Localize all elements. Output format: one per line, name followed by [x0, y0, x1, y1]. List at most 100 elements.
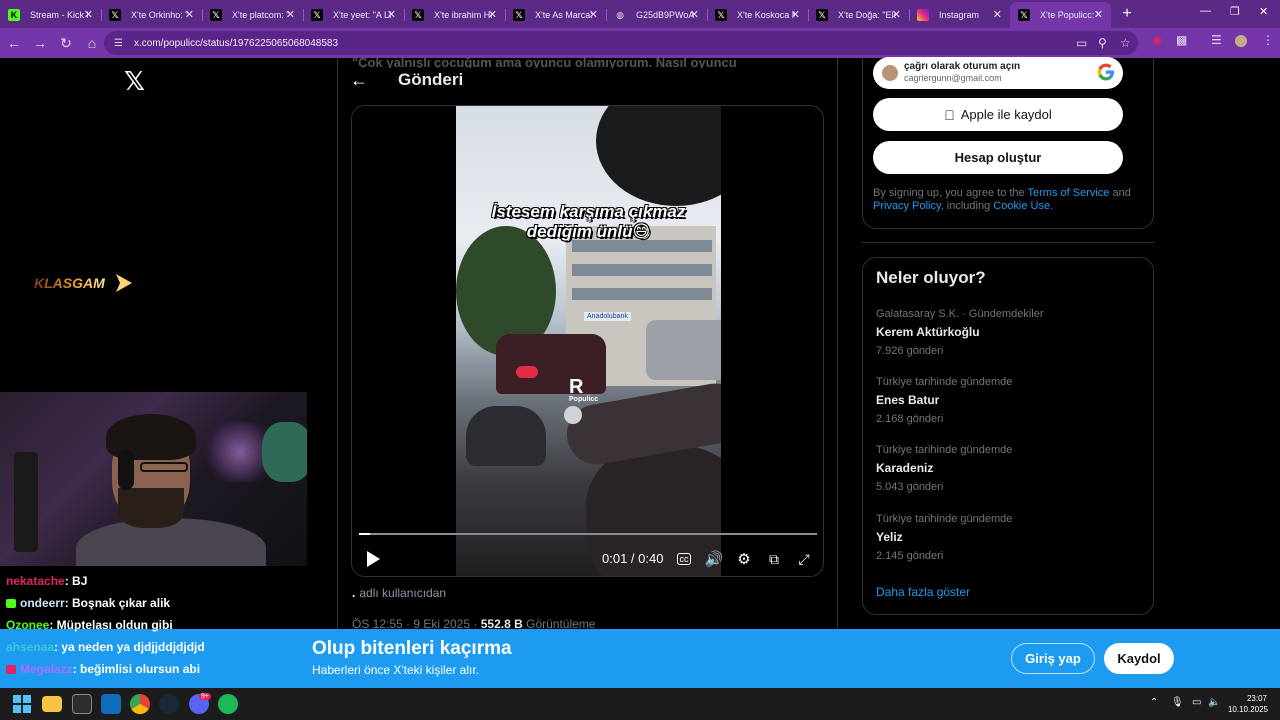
browser-tab[interactable]: 𝕏 X'te ibrahim Ha ✕ — [404, 2, 505, 28]
register-button[interactable]: Kaydol — [1104, 643, 1174, 674]
browser-tab[interactable]: ◍ G25dB9PWoAA ✕ — [606, 2, 707, 28]
site-settings-icon[interactable]: ☰ — [114, 38, 128, 49]
trend-item[interactable]: Türkiye tarihinde gündemde Yeliz 2.145 g… — [876, 513, 1136, 562]
trend-item[interactable]: Galatasaray S.K. · Gündemdekiler Kerem A… — [876, 308, 1136, 357]
video-progress-fill — [359, 533, 371, 535]
chat-message: Ozonee : Müptelası oldun gibi — [0, 614, 306, 636]
speaker-icon[interactable]: 🔈 — [1208, 697, 1220, 708]
trends-title: Neler oluyor? — [876, 268, 986, 287]
tab-close-icon[interactable]: ✕ — [690, 8, 699, 21]
tab-label: X'te Doğa: "Ele — [838, 10, 896, 20]
minimize-icon[interactable]: — — [1200, 5, 1211, 17]
x-icon: 𝕏 — [210, 9, 222, 21]
back-arrow-icon[interactable]: ← — [350, 70, 370, 90]
privacy-link[interactable]: Privacy Policy — [873, 200, 941, 212]
terms-link[interactable]: Terms of Service — [1028, 187, 1110, 199]
microphone-icon[interactable]: 🎙 — [1171, 697, 1184, 708]
forward-icon[interactable]: → — [28, 31, 52, 55]
tray-chevron-icon[interactable]: ⌃ — [1150, 697, 1158, 708]
chat-username[interactable]: ondeerr — [20, 596, 65, 610]
bookmark-star-icon[interactable]: ☆ — [1120, 36, 1131, 50]
video-player[interactable]: Anadolubank İstesem karşıma çıkmaz dediğ… — [351, 105, 824, 577]
chrome-icon[interactable] — [130, 694, 150, 714]
pip-icon[interactable]: ⧉ — [765, 550, 783, 568]
store-icon[interactable] — [72, 694, 92, 714]
outlook-icon[interactable] — [101, 694, 121, 714]
tab-close-icon[interactable]: ✕ — [993, 8, 1002, 21]
create-account-button[interactable]: Hesap oluştur — [873, 141, 1123, 174]
chat-username[interactable]: nekatache — [6, 574, 65, 588]
back-icon[interactable]: ← — [2, 31, 26, 55]
file-explorer-icon[interactable] — [42, 696, 62, 712]
x-icon: 𝕏 — [311, 9, 323, 21]
restore-icon[interactable]: ❐ — [1230, 5, 1240, 18]
browser-tab[interactable]: 𝕏 X'te yeet: "A LE ✕ — [303, 2, 404, 28]
sidebar-divider — [862, 242, 1154, 243]
browser-tab[interactable]: K Stream - Kick D ✕ — [0, 2, 101, 28]
home-icon[interactable]: ⌂ — [80, 31, 104, 55]
tab-close-icon[interactable]: ✕ — [84, 8, 93, 21]
tab-label: X'te yeet: "A LE — [333, 10, 391, 20]
tab-close-icon[interactable]: ✕ — [185, 8, 194, 21]
play-icon[interactable] — [364, 550, 382, 568]
install-icon[interactable]: ▭ — [1076, 36, 1087, 50]
tab-close-icon[interactable]: ✕ — [892, 8, 901, 21]
trend-item[interactable]: Türkiye tarihinde gündemde Karadeniz 5.0… — [876, 444, 1136, 493]
chat-text: : Müptelası oldun gibi — [49, 618, 173, 632]
menu-dots-icon[interactable]: ⋮ — [1262, 33, 1274, 47]
x-logo-icon[interactable]: 𝕏 — [124, 68, 150, 94]
extension-record-icon[interactable]: ◉ — [1152, 33, 1162, 47]
tab-close-icon[interactable]: ✕ — [1094, 8, 1103, 21]
address-bar[interactable]: ☰ x.com/populicc/status/1976225065068048… — [104, 31, 1138, 55]
network-icon[interactable]: ▭ — [1192, 697, 1201, 708]
chat-username[interactable]: Megalazz — [20, 662, 73, 676]
spotify-icon[interactable] — [218, 694, 238, 714]
close-window-icon[interactable]: ✕ — [1259, 5, 1268, 18]
browser-tab[interactable]: 𝕏 X'te Populicc: " ✕ — [1010, 2, 1111, 28]
x-icon: 𝕏 — [816, 9, 828, 21]
tab-close-icon[interactable]: ✕ — [286, 8, 295, 21]
tab-close-icon[interactable]: ✕ — [488, 8, 497, 21]
video-watermark: R Populicc — [569, 376, 599, 403]
browser-tab[interactable]: Instagram ✕ — [909, 2, 1010, 28]
apple-signup-button[interactable]: Apple ile kaydol — [873, 98, 1123, 131]
video-progress-bar[interactable] — [359, 533, 817, 535]
video-source-attribution: . adlı kullanıcıdan — [352, 586, 447, 600]
extensions-puzzle-icon[interactable]: ▩ — [1176, 33, 1187, 47]
browser-tab[interactable]: 𝕏 X'te Orkinho: " ✕ — [101, 2, 202, 28]
chat-username[interactable]: ahsenaa — [6, 640, 54, 654]
trend-count: 5.043 gönderi — [876, 481, 944, 493]
google-signin-button[interactable]: çağrı olarak oturum açın cagriergunn@gma… — [873, 57, 1123, 89]
fullscreen-icon[interactable]: ⤢ — [795, 550, 813, 568]
new-tab-icon[interactable]: + — [1115, 2, 1139, 26]
show-more-link[interactable]: Daha fazla göster — [876, 585, 970, 599]
steam-icon[interactable] — [159, 694, 179, 714]
browser-tab[interactable]: 𝕏 X'te Doğa: "Ele ✕ — [808, 2, 909, 28]
trend-count: 2.168 gönderi — [876, 413, 944, 425]
captions-icon[interactable]: cc — [677, 553, 691, 565]
tab-close-icon[interactable]: ✕ — [387, 8, 396, 21]
trend-category: Türkiye tarihinde gündemde — [876, 376, 1013, 388]
settings-gear-icon[interactable]: ⚙ — [735, 550, 753, 568]
banner-subtitle: Haberleri önce X'teki kişiler alır. — [312, 663, 480, 677]
clock-date[interactable]: 10.10.2025 — [1226, 705, 1268, 714]
browser-tab[interactable]: 𝕏 X'te Koskoca M ✕ — [707, 2, 808, 28]
browser-tab[interactable]: 𝕏 X'te As Marca: ✕ — [505, 2, 606, 28]
media-control-icon[interactable]: ☰ — [1211, 33, 1222, 47]
chat-username[interactable]: Ozonee — [6, 618, 49, 632]
clock-time[interactable]: 23:07 — [1241, 694, 1267, 703]
tab-close-icon[interactable]: ✕ — [589, 8, 598, 21]
browser-tab[interactable]: 𝕏 X'te platcom: " ✕ — [202, 2, 303, 28]
reload-icon[interactable]: ↻ — [54, 31, 78, 55]
chat-message: ahsenaa : ya neden ya djdjjddjdjdjd — [0, 636, 306, 658]
volume-icon[interactable]: 🔊 — [705, 550, 724, 568]
tab-close-icon[interactable]: ✕ — [791, 8, 800, 21]
column-divider — [837, 58, 838, 630]
trend-item[interactable]: Türkiye tarihinde gündemde Enes Batur 2.… — [876, 376, 1136, 425]
login-button[interactable]: Giriş yap — [1011, 643, 1095, 674]
tab-label: X'te Koskoca M — [737, 10, 795, 20]
zoom-icon[interactable]: ⚲ — [1098, 36, 1107, 50]
profile-avatar[interactable] — [1235, 35, 1247, 47]
cookie-link[interactable]: Cookie Use — [993, 200, 1050, 212]
windows-start-icon[interactable] — [12, 694, 32, 714]
